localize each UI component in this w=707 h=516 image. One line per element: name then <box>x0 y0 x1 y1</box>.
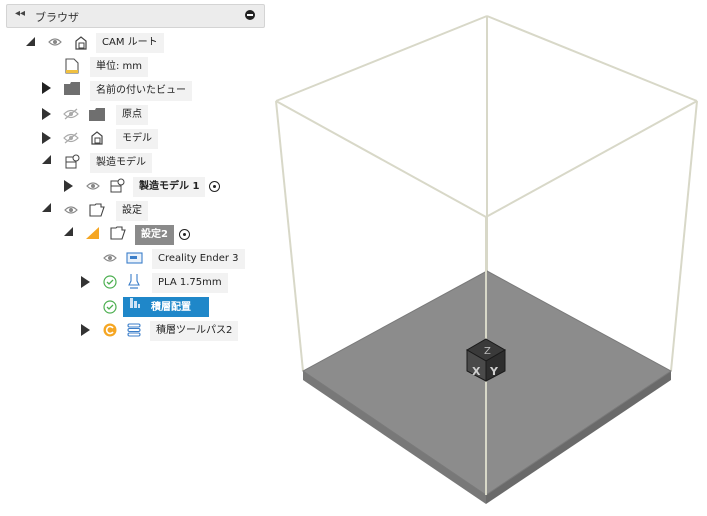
arrangement-label: 積層配置 <box>151 302 191 313</box>
expand-triangle-icon[interactable] <box>42 203 51 212</box>
double-chevron-left-icon[interactable]: ◂◂ <box>15 8 25 19</box>
collapsed-triangle-icon[interactable] <box>42 108 51 120</box>
filament-spool-icon <box>127 273 141 290</box>
eye-hidden-icon[interactable] <box>63 132 79 144</box>
tree-node-origin[interactable]: 原点 <box>116 105 148 125</box>
expand-triangle-icon[interactable] <box>42 155 51 164</box>
collapsed-triangle-icon[interactable] <box>42 82 51 94</box>
tree-node-setups[interactable]: 設定 <box>116 201 148 221</box>
expand-triangle-icon[interactable] <box>26 37 35 46</box>
tree-node-manufacturing-model[interactable]: 製造モデル <box>90 153 152 173</box>
manufacturing-model-icon <box>109 178 125 194</box>
tree-node-units[interactable]: 単位: mm <box>90 57 149 77</box>
eye-icon[interactable] <box>103 253 117 263</box>
tree-node-setup2[interactable]: 設定2 <box>135 225 174 245</box>
build-volume-viewport[interactable]: Z X Y <box>270 10 700 510</box>
eye-icon[interactable] <box>48 37 62 47</box>
browser-panel: ◂◂ ブラウザ CAM ルート 単位: mm 名前の付いたビュー 原点 モデル <box>6 4 265 344</box>
tree-node-manufacturing-model-1[interactable]: 製造モデル 1 <box>133 177 206 197</box>
eye-icon[interactable] <box>86 181 100 191</box>
activate-radio-icon[interactable] <box>209 181 220 192</box>
cam-root-icon <box>73 35 89 51</box>
folder-icon <box>64 82 80 95</box>
tree-node-material[interactable]: PLA 1.75mm <box>152 273 228 293</box>
warning-triangle-icon <box>86 227 99 239</box>
tree-node-named-views[interactable]: 名前の付いたビュー <box>90 81 192 101</box>
open-folder-icon <box>89 203 105 217</box>
browser-header[interactable]: ◂◂ ブラウザ <box>6 4 265 28</box>
eye-hidden-icon[interactable] <box>63 108 79 120</box>
document-icon <box>64 58 80 75</box>
folder-icon <box>89 108 105 121</box>
cube-face-z: Z <box>484 346 491 357</box>
collapsed-triangle-icon[interactable] <box>81 276 90 288</box>
manufacturing-model-icon <box>64 154 80 170</box>
check-circle-icon <box>103 300 117 314</box>
expand-triangle-icon[interactable] <box>64 227 73 236</box>
tree-node-arrangement[interactable]: 積層配置 <box>123 297 209 317</box>
tree-node-cam-root[interactable]: CAM ルート <box>96 33 164 53</box>
collapsed-triangle-icon[interactable] <box>42 132 51 144</box>
arrangement-icon <box>129 297 141 317</box>
printer-machine-icon <box>126 251 143 265</box>
tree-node-machine[interactable]: Creality Ender 3 <box>152 249 245 269</box>
component-icon <box>89 130 105 146</box>
toolpath-layers-icon <box>127 323 141 337</box>
activate-radio-icon[interactable] <box>179 229 190 240</box>
collapsed-triangle-icon[interactable] <box>81 324 90 336</box>
browser-title: ブラウザ <box>35 11 79 24</box>
pin-icon[interactable] <box>245 10 255 20</box>
cube-face-x: X <box>472 365 481 378</box>
tree-node-toolpath[interactable]: 積層ツールパス2 <box>150 321 239 341</box>
cube-face-y: Y <box>489 365 499 378</box>
check-circle-icon <box>103 275 117 289</box>
generating-icon <box>103 323 117 337</box>
open-folder-icon <box>110 226 126 240</box>
tree-node-model[interactable]: モデル <box>116 129 158 149</box>
collapsed-triangle-icon[interactable] <box>64 180 73 192</box>
eye-icon[interactable] <box>64 205 78 215</box>
